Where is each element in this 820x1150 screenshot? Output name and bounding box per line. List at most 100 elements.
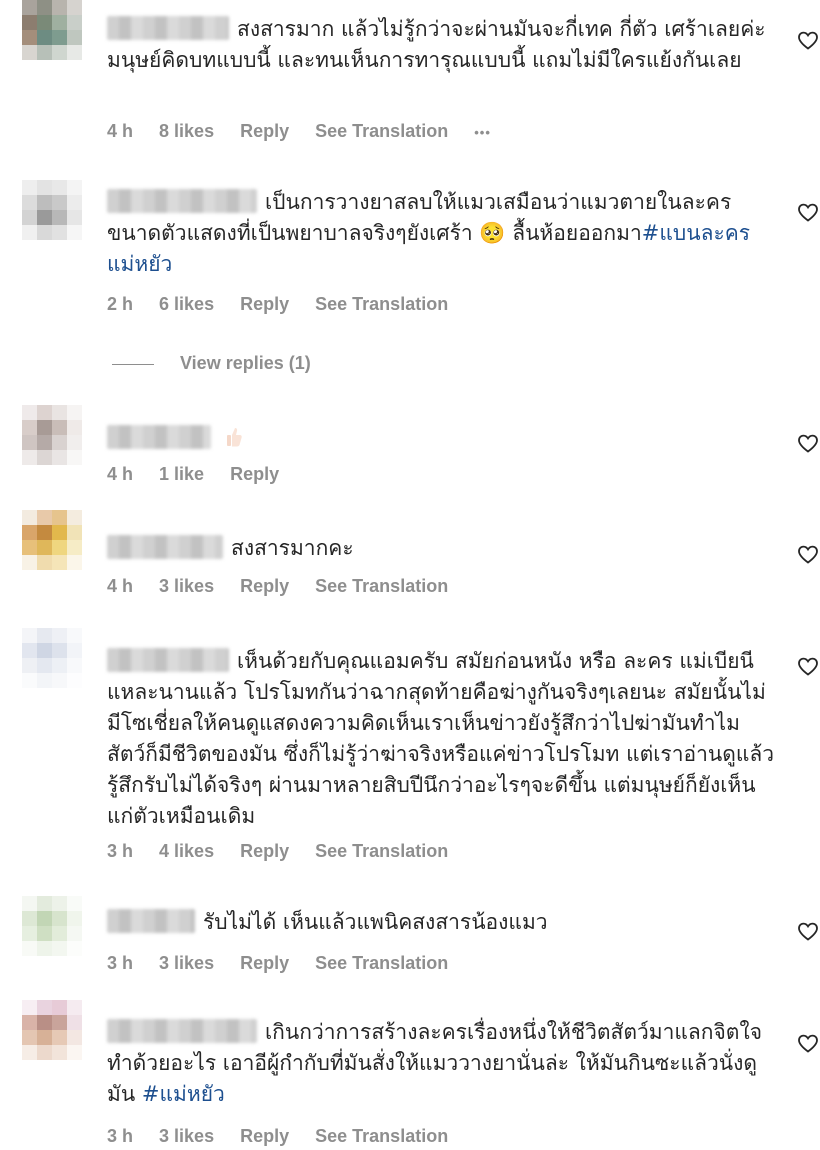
avatar-pixel: [22, 405, 37, 420]
likes-count[interactable]: 4 likes: [159, 841, 214, 861]
comment-time[interactable]: 3 h: [107, 953, 133, 973]
username[interactable]: [107, 425, 211, 449]
avatar-pixel: [52, 525, 67, 540]
avatar-pixel: [67, 420, 82, 435]
username[interactable]: [107, 909, 195, 933]
avatar-pixel: [52, 896, 67, 911]
avatar-pixel: [37, 405, 52, 420]
username[interactable]: [107, 535, 223, 559]
hashtag-link[interactable]: #แม่หยัว: [142, 1082, 225, 1106]
avatar-pixel: [52, 911, 67, 926]
avatar-pixel: [67, 15, 82, 30]
comment-text: สงสารมากคะ: [107, 533, 777, 564]
reply-button[interactable]: Reply: [240, 841, 289, 861]
username[interactable]: [107, 16, 229, 40]
reply-button[interactable]: Reply: [240, 576, 289, 596]
avatar[interactable]: [22, 896, 82, 956]
avatar-pixel: [67, 1045, 82, 1060]
heart-icon[interactable]: [796, 1031, 820, 1055]
avatar-pixel: [67, 540, 82, 555]
avatar[interactable]: [22, 0, 82, 60]
heart-icon[interactable]: [796, 28, 820, 52]
see-translation-button[interactable]: See Translation: [315, 953, 448, 973]
avatar-pixel: [52, 180, 67, 195]
avatar-pixel: [22, 911, 37, 926]
see-translation-button[interactable]: See Translation: [315, 1126, 448, 1146]
likes-count[interactable]: 3 likes: [159, 953, 214, 973]
avatar-pixel: [52, 45, 67, 60]
avatar-pixel: [52, 1015, 67, 1030]
view-replies-button[interactable]: View replies (1): [112, 353, 311, 374]
avatar-pixel: [67, 0, 82, 15]
reply-button[interactable]: Reply: [230, 464, 279, 484]
avatar-pixel: [22, 555, 37, 570]
more-options-button[interactable]: •••: [474, 125, 491, 140]
avatar-pixel: [52, 628, 67, 643]
comment-time[interactable]: 3 h: [107, 841, 133, 861]
avatar-pixel: [37, 15, 52, 30]
avatar-pixel: [37, 510, 52, 525]
avatar-pixel: [67, 1030, 82, 1045]
avatar[interactable]: [22, 405, 82, 465]
avatar-pixel: [52, 926, 67, 941]
avatar-pixel: [22, 1030, 37, 1045]
heart-icon[interactable]: [796, 200, 820, 224]
reply-button[interactable]: Reply: [240, 953, 289, 973]
likes-count[interactable]: 8 likes: [159, 121, 214, 141]
avatar-pixel: [22, 435, 37, 450]
avatar-pixel: [52, 195, 67, 210]
reply-button[interactable]: Reply: [240, 121, 289, 141]
username[interactable]: [107, 189, 257, 213]
avatar-pixel: [22, 510, 37, 525]
heart-icon[interactable]: [796, 919, 820, 943]
likes-count[interactable]: 6 likes: [159, 294, 214, 314]
avatar-pixel: [22, 15, 37, 30]
comment-time[interactable]: 2 h: [107, 294, 133, 314]
avatar-pixel: [67, 195, 82, 210]
comment-time[interactable]: 4 h: [107, 464, 133, 484]
heart-icon[interactable]: [796, 654, 820, 678]
username[interactable]: [107, 1019, 257, 1043]
avatar-pixel: [37, 420, 52, 435]
comment-time[interactable]: 3 h: [107, 1126, 133, 1146]
avatar-pixel: [22, 30, 37, 45]
comment-text: เกินกว่าการสร้างละครเรื่องหนึ่งให้ชีวิตส…: [107, 1019, 763, 1106]
likes-count[interactable]: 1 like: [159, 464, 204, 484]
reply-button[interactable]: Reply: [240, 1126, 289, 1146]
comment-text: [107, 423, 777, 457]
avatar-pixel: [22, 941, 37, 956]
avatar[interactable]: [22, 510, 82, 570]
avatar-pixel: [52, 405, 67, 420]
likes-count[interactable]: 3 likes: [159, 1126, 214, 1146]
avatar-pixel: [52, 643, 67, 658]
avatar-pixel: [37, 896, 52, 911]
comment-meta: 3 h 4 likes Reply See Translation: [107, 841, 469, 862]
username[interactable]: [107, 648, 229, 672]
avatar-pixel: [52, 450, 67, 465]
avatar-pixel: [67, 941, 82, 956]
see-translation-button[interactable]: See Translation: [315, 576, 448, 596]
avatar[interactable]: [22, 180, 82, 240]
avatar-pixel: [52, 540, 67, 555]
avatar-pixel: [52, 673, 67, 688]
avatar-pixel: [22, 658, 37, 673]
avatar-pixel: [52, 658, 67, 673]
avatar[interactable]: [22, 1000, 82, 1060]
see-translation-button[interactable]: See Translation: [315, 121, 448, 141]
see-translation-button[interactable]: See Translation: [315, 294, 448, 314]
comment-time[interactable]: 4 h: [107, 121, 133, 141]
heart-icon[interactable]: [796, 431, 820, 455]
see-translation-button[interactable]: See Translation: [315, 841, 448, 861]
avatar-pixel: [67, 643, 82, 658]
reply-button[interactable]: Reply: [240, 294, 289, 314]
comment-text: รับไม่ได้ เห็นแล้วแพนิคสงสารน้องแมว: [107, 907, 777, 938]
avatar-pixel: [67, 30, 82, 45]
avatar[interactable]: [22, 628, 82, 688]
heart-icon[interactable]: [796, 542, 820, 566]
avatar-pixel: [67, 210, 82, 225]
comment-time[interactable]: 4 h: [107, 576, 133, 596]
likes-count[interactable]: 3 likes: [159, 576, 214, 596]
comment-text: สงสารมาก แล้วไม่รู้กว่าจะผ่านมันจะกี่เทค…: [107, 16, 773, 72]
avatar-pixel: [37, 1000, 52, 1015]
avatar-pixel: [52, 941, 67, 956]
